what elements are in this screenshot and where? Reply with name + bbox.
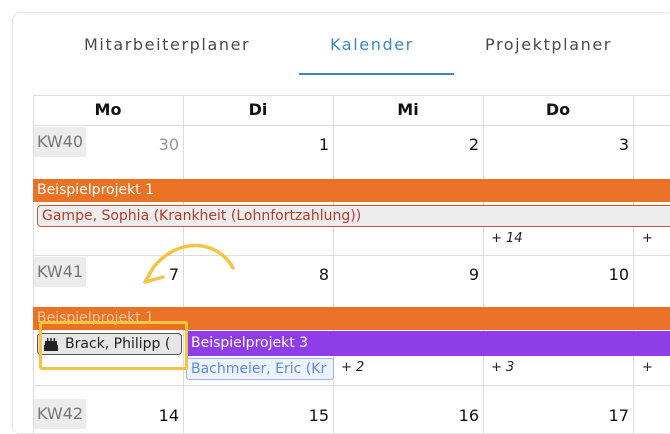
grid-line [483, 95, 484, 433]
day-number[interactable]: 8 [269, 265, 329, 284]
highlight-box [39, 321, 188, 370]
day-number[interactable]: 15 [269, 406, 329, 425]
weekday-header-di: Di [248, 100, 268, 119]
grid-line [333, 95, 334, 433]
tab-mitarbeiterplaner[interactable]: Mitarbeiterplaner [84, 35, 250, 54]
weekday-header-mo: Mo [94, 100, 122, 119]
more-entries-link[interactable]: + 14 [491, 231, 523, 246]
day-number[interactable]: 10 [569, 265, 629, 284]
grid-line [33, 385, 670, 386]
more-entries-link[interactable]: + [642, 231, 653, 246]
assignee-entry[interactable]: Bachmeier, Eric (Kr [186, 358, 334, 380]
grid-line [633, 95, 634, 433]
more-entries-link[interactable]: + [642, 360, 653, 375]
week-number-kw40: KW40 [34, 127, 87, 157]
week-number-kw41: KW41 [34, 257, 87, 287]
weekday-header-do: Do [545, 100, 571, 119]
more-entries-link[interactable]: + 3 [491, 360, 514, 375]
more-entries-link[interactable]: + 2 [341, 360, 364, 375]
day-number[interactable]: 16 [419, 406, 479, 425]
week-number-kw42: KW42 [34, 399, 87, 429]
day-number[interactable]: 17 [569, 406, 629, 425]
day-number[interactable]: 9 [419, 265, 479, 284]
project-bar-beispielprojekt-3[interactable]: Beispielprojekt 3 [186, 331, 670, 356]
weekday-header-mi: Mi [397, 100, 419, 119]
day-number[interactable]: 1 [269, 135, 329, 154]
day-number[interactable]: 3 [569, 135, 629, 154]
tab-kalender[interactable]: Kalender [330, 35, 414, 54]
curved-arrow-icon [143, 243, 235, 284]
day-number[interactable]: 14 [119, 406, 179, 425]
day-number[interactable]: 2 [419, 135, 479, 154]
tab-projektplaner[interactable]: Projektplaner [485, 35, 612, 54]
grid-line [33, 95, 670, 96]
project-bar-beispielprojekt-1[interactable]: Beispielprojekt 1 [33, 179, 670, 202]
absence-entry[interactable]: Gampe, Sophia (Krankheit (Lohnfortzahlun… [37, 205, 670, 227]
active-tab-indicator [299, 73, 454, 75]
day-number[interactable]: 30 [119, 135, 179, 154]
calendar-panel: Mitarbeiterplaner Kalender Projektplaner… [12, 12, 670, 434]
grid-line [33, 125, 670, 126]
